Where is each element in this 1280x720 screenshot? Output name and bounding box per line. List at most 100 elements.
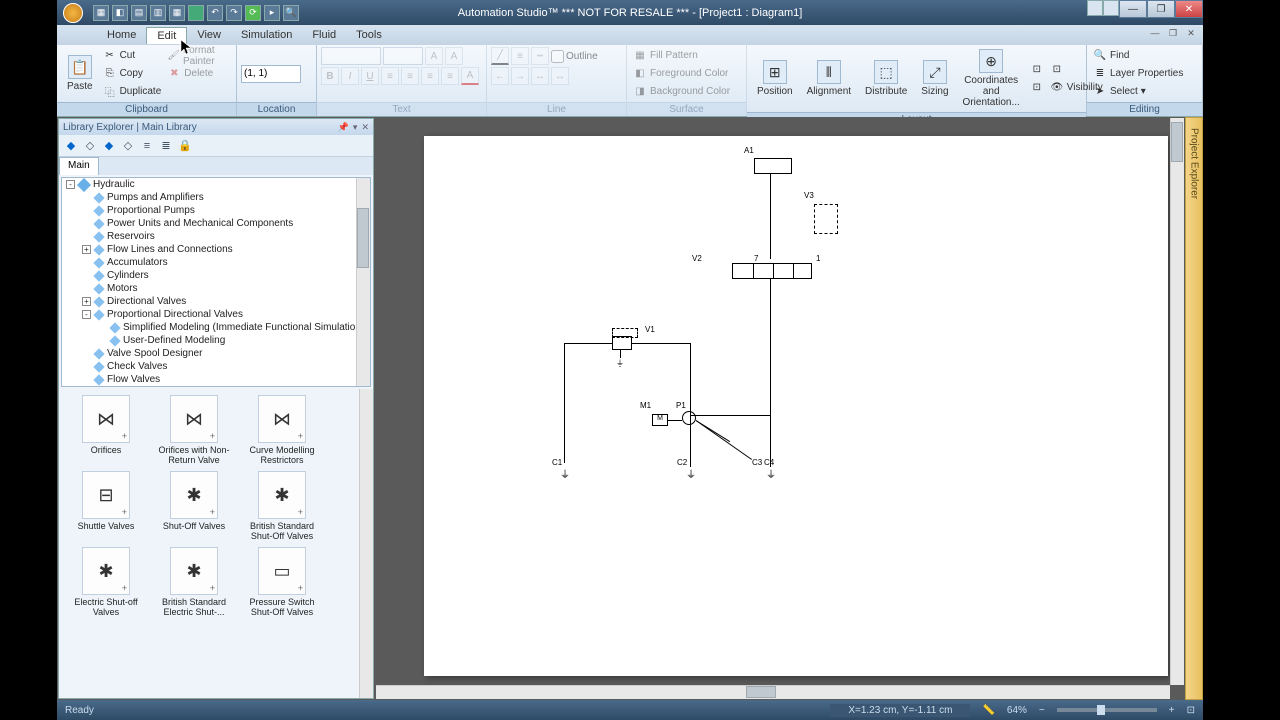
outline-check[interactable] [551,50,564,63]
tree-item[interactable]: +Flow Lines and Connections [62,243,370,256]
qat-btn[interactable]: ▦ [169,5,185,21]
tree-scrollbar[interactable] [356,178,370,386]
location-input[interactable] [241,65,301,83]
minimize-button[interactable]: — [1119,0,1147,18]
thumbs-scrollbar[interactable] [359,389,373,698]
coordinates-button[interactable]: ⊕Coordinates and Orientation... [957,47,1026,110]
find-button[interactable]: 🔍Find [1091,47,1185,64]
sym-motor[interactable]: M [652,414,668,426]
mdi-minimize[interactable]: — [1147,26,1163,40]
sizing-button[interactable]: ⤢Sizing [915,58,954,99]
tb-btn[interactable]: ◇ [82,138,98,154]
tree-item[interactable]: Pumps and Amplifiers [62,191,370,204]
sym-cylinder[interactable] [754,158,792,174]
menu-simulation[interactable]: Simulation [231,27,302,43]
line-dash[interactable]: ┅ [531,47,549,65]
menu-home[interactable]: Home [97,27,146,43]
canvas-vscroll[interactable] [1170,118,1184,685]
panel-close[interactable]: ✕ [361,122,369,133]
tb-btn[interactable]: ◆ [63,138,79,154]
sym-v3[interactable] [814,204,838,234]
qat-btn[interactable]: ▥ [150,5,166,21]
qat-btn[interactable]: ▸ [264,5,280,21]
qat-btn[interactable]: ▦ [93,5,109,21]
library-thumb[interactable]: ⋈Orifices with Non-Return Valve [153,395,235,465]
increase-font[interactable]: A [425,47,443,65]
library-thumb[interactable]: ⋈Orifices [65,395,147,465]
canvas-hscroll[interactable] [376,685,1170,699]
tree-item[interactable]: Check Valves [62,360,370,373]
paste-button[interactable]: 📋 Paste [61,53,99,94]
bg-color[interactable]: ◨Background Color [631,83,732,100]
layout-sm1[interactable]: ⊡ [1028,61,1046,78]
mdi-close[interactable]: ✕ [1183,26,1199,40]
bold-button[interactable]: B [321,67,339,85]
tree-item[interactable]: User-Defined Modeling [62,334,370,347]
align-center[interactable]: ≡ [401,67,419,85]
tree-item[interactable]: Proportional Pumps [62,204,370,217]
tb-btn[interactable]: ≣ [158,138,174,154]
tb-btn[interactable]: ◇ [120,138,136,154]
align-right[interactable]: ≡ [421,67,439,85]
align-left[interactable]: ≡ [381,67,399,85]
line-weight[interactable]: ≡ [511,47,529,65]
line-color[interactable]: ╱ [491,47,509,65]
pin-icon[interactable]: 📌 [338,122,349,133]
tb-btn[interactable]: ◆ [101,138,117,154]
tree-item[interactable]: Proportional Flow Valves [62,386,370,387]
menu-edit[interactable]: Edit [146,27,187,44]
tree-item[interactable]: Motors [62,282,370,295]
tree-item[interactable]: Accumulators [62,256,370,269]
tree-item[interactable]: Simplified Modeling (Immediate Functiona… [62,321,370,334]
distribute-button[interactable]: ⬚Distribute [859,58,913,99]
zoom-slider[interactable] [1057,708,1157,712]
duplicate-button[interactable]: ⿻Duplicate [101,83,164,100]
tree-item[interactable]: -Proportional Directional Valves [62,308,370,321]
line-ends[interactable]: ↔ [531,67,549,85]
font-color[interactable]: A [461,67,479,85]
layer-props-button[interactable]: ≣Layer Properties [1091,65,1185,82]
qat-btn[interactable]: 🔍 [283,5,299,21]
qat-btn[interactable]: ◧ [112,5,128,21]
tree-item[interactable]: Cylinders [62,269,370,282]
qat-btn[interactable]: ↷ [226,5,242,21]
menu-tools[interactable]: Tools [346,27,392,43]
menu-fluid[interactable]: Fluid [302,27,346,43]
qat-btn[interactable] [188,5,204,21]
tree-item[interactable]: Power Units and Mechanical Components [62,217,370,230]
tree-item[interactable]: Flow Valves [62,373,370,386]
decrease-font[interactable]: A [445,47,463,65]
library-thumb[interactable]: ✱Shut-Off Valves [153,471,235,541]
underline-button[interactable]: U [361,67,379,85]
tree-item[interactable]: Valve Spool Designer [62,347,370,360]
qat-btn[interactable]: ⟳ [245,5,261,21]
lock-icon[interactable]: 🔒 [177,138,193,154]
qat-btn[interactable]: ↶ [207,5,223,21]
zoom-in[interactable]: + [1169,705,1175,716]
qat-btn[interactable]: ▤ [131,5,147,21]
zoom-out[interactable]: − [1039,705,1045,716]
copy-button[interactable]: ⎘Copy [101,65,164,82]
close-button[interactable]: ✕ [1175,0,1203,18]
zoom-fit[interactable]: ⊡ [1187,705,1195,716]
sym-v1[interactable] [612,336,632,350]
units-icon[interactable]: 📏 [982,705,994,716]
tree-item[interactable]: -Hydraulic [62,178,370,191]
italic-button[interactable]: I [341,67,359,85]
dropdown-icon[interactable]: ▾ [353,122,358,133]
diagram-canvas[interactable]: A1 V3 V2 7 1 V1 [376,118,1184,699]
delete-button[interactable]: ✖Delete [165,65,232,82]
select-button[interactable]: ➤Select ▾ [1091,83,1185,100]
arrow-start[interactable]: ← [491,67,509,85]
arrow-end[interactable]: → [511,67,529,85]
fill-pattern[interactable]: ▦Fill Pattern [631,47,732,64]
position-button[interactable]: ⊞Position [751,58,799,99]
library-thumb[interactable]: ✱British Standard Shut-Off Valves [241,471,323,541]
menu-view[interactable]: View [187,27,231,43]
fg-color[interactable]: ◧Foreground Color [631,65,732,82]
mdi-restore[interactable]: ❐ [1165,26,1181,40]
tree-item[interactable]: +Directional Valves [62,295,370,308]
library-thumb[interactable]: ⋈Curve Modelling Restrictors [241,395,323,465]
library-thumb[interactable]: ▭Pressure Switch Shut-Off Valves [241,547,323,617]
project-explorer-tab[interactable]: Project Explorer [1185,117,1203,700]
